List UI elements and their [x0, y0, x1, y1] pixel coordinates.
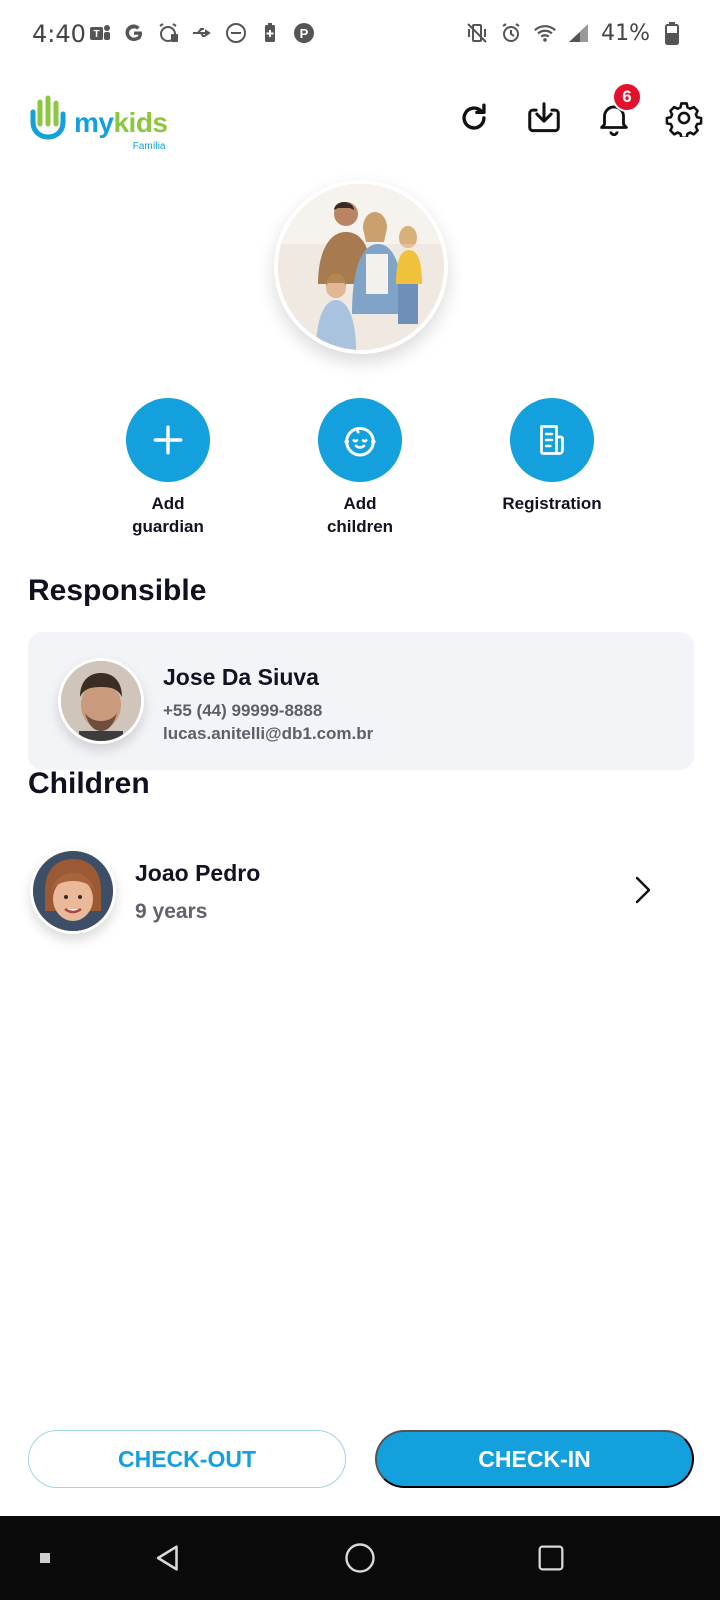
nav-menu-button[interactable]	[23, 1536, 67, 1580]
battery-icon	[660, 20, 684, 46]
registration-label: Registration	[502, 494, 602, 513]
do-not-disturb-icon	[224, 20, 248, 46]
child-list-item[interactable]: Joao Pedro 9 years	[28, 846, 694, 942]
check-out-button[interactable]: CHECK-OUT	[28, 1430, 346, 1488]
nav-recents-button[interactable]	[529, 1536, 573, 1580]
home-circle-icon	[345, 1543, 375, 1573]
mykids-logo[interactable]: mykids Família	[28, 94, 168, 152]
notification-badge: 6	[612, 82, 642, 112]
add-guardian-button[interactable]: Add guardian	[83, 398, 253, 538]
recents-square-icon	[538, 1545, 564, 1571]
p-app-icon: P	[292, 20, 316, 46]
vibrate-off-icon	[465, 20, 489, 46]
svg-text:P: P	[300, 26, 309, 41]
svg-text:T: T	[93, 29, 99, 40]
status-left-icons: T P	[88, 20, 316, 46]
registration-button[interactable]: Registration	[467, 398, 637, 515]
header-actions: 6	[452, 82, 706, 140]
notifications-button[interactable]: 6	[592, 82, 642, 140]
battery-saver-icon	[258, 20, 282, 46]
family-photo[interactable]	[274, 180, 448, 354]
quick-actions: Add guardian Add children Registration	[0, 398, 720, 538]
child-age: 9 years	[135, 900, 208, 923]
settings-button[interactable]	[662, 96, 706, 140]
check-in-button[interactable]: CHECK-IN	[375, 1430, 694, 1488]
gear-icon	[665, 102, 703, 137]
status-bar: 4:40 T P 41%	[0, 0, 720, 68]
refresh-button[interactable]	[452, 96, 496, 140]
responsible-card[interactable]: Jose Da Siuva +55 (44) 99999-8888 lucas.…	[28, 632, 694, 770]
download-icon	[528, 102, 560, 133]
small-square-icon	[40, 1553, 50, 1563]
battery-percentage: 41%	[601, 20, 650, 46]
google-icon	[122, 20, 146, 46]
status-time: 4:40	[32, 20, 86, 48]
usb-icon	[190, 20, 214, 46]
logo-text: mykids Família	[74, 98, 168, 152]
system-navigation-bar	[0, 1516, 720, 1600]
app-header: mykids Família 6	[0, 82, 720, 162]
status-right: 41%	[465, 20, 684, 46]
chevron-right-icon[interactable]	[630, 872, 656, 908]
responsible-section-title: Responsible	[28, 574, 207, 607]
child-name: Joao Pedro	[135, 860, 261, 886]
document-icon	[540, 425, 564, 455]
baby-face-icon	[344, 426, 376, 457]
responsible-phone: +55 (44) 99999-8888	[163, 701, 323, 720]
hand-logo-icon	[30, 95, 66, 140]
registration-circle[interactable]	[510, 398, 594, 482]
add-children-circle[interactable]	[318, 398, 402, 482]
wifi-icon	[533, 20, 557, 46]
nav-home-button[interactable]	[338, 1536, 382, 1580]
nav-back-button[interactable]	[146, 1536, 190, 1580]
alarm-icon	[499, 20, 523, 46]
responsible-avatar	[58, 658, 144, 744]
add-children-button[interactable]: Add children	[275, 398, 445, 538]
family-photo-illustration	[278, 184, 444, 350]
logo-subtitle: Família	[132, 141, 166, 152]
responsible-email: lucas.anitelli@db1.com.br	[163, 724, 374, 743]
children-section-title: Children	[28, 767, 150, 800]
add-guardian-label: Add guardian	[132, 494, 204, 536]
signal-icon	[567, 20, 591, 46]
download-button[interactable]	[522, 96, 566, 140]
add-children-label: Add children	[326, 494, 394, 536]
back-triangle-icon	[156, 1545, 178, 1571]
teams-icon: T	[88, 20, 112, 46]
plus-icon	[153, 425, 183, 455]
alarm-snooze-icon	[156, 20, 180, 46]
add-guardian-circle[interactable]	[126, 398, 210, 482]
child-avatar	[30, 848, 116, 934]
refresh-icon	[462, 103, 486, 130]
responsible-name: Jose Da Siuva	[163, 664, 319, 690]
